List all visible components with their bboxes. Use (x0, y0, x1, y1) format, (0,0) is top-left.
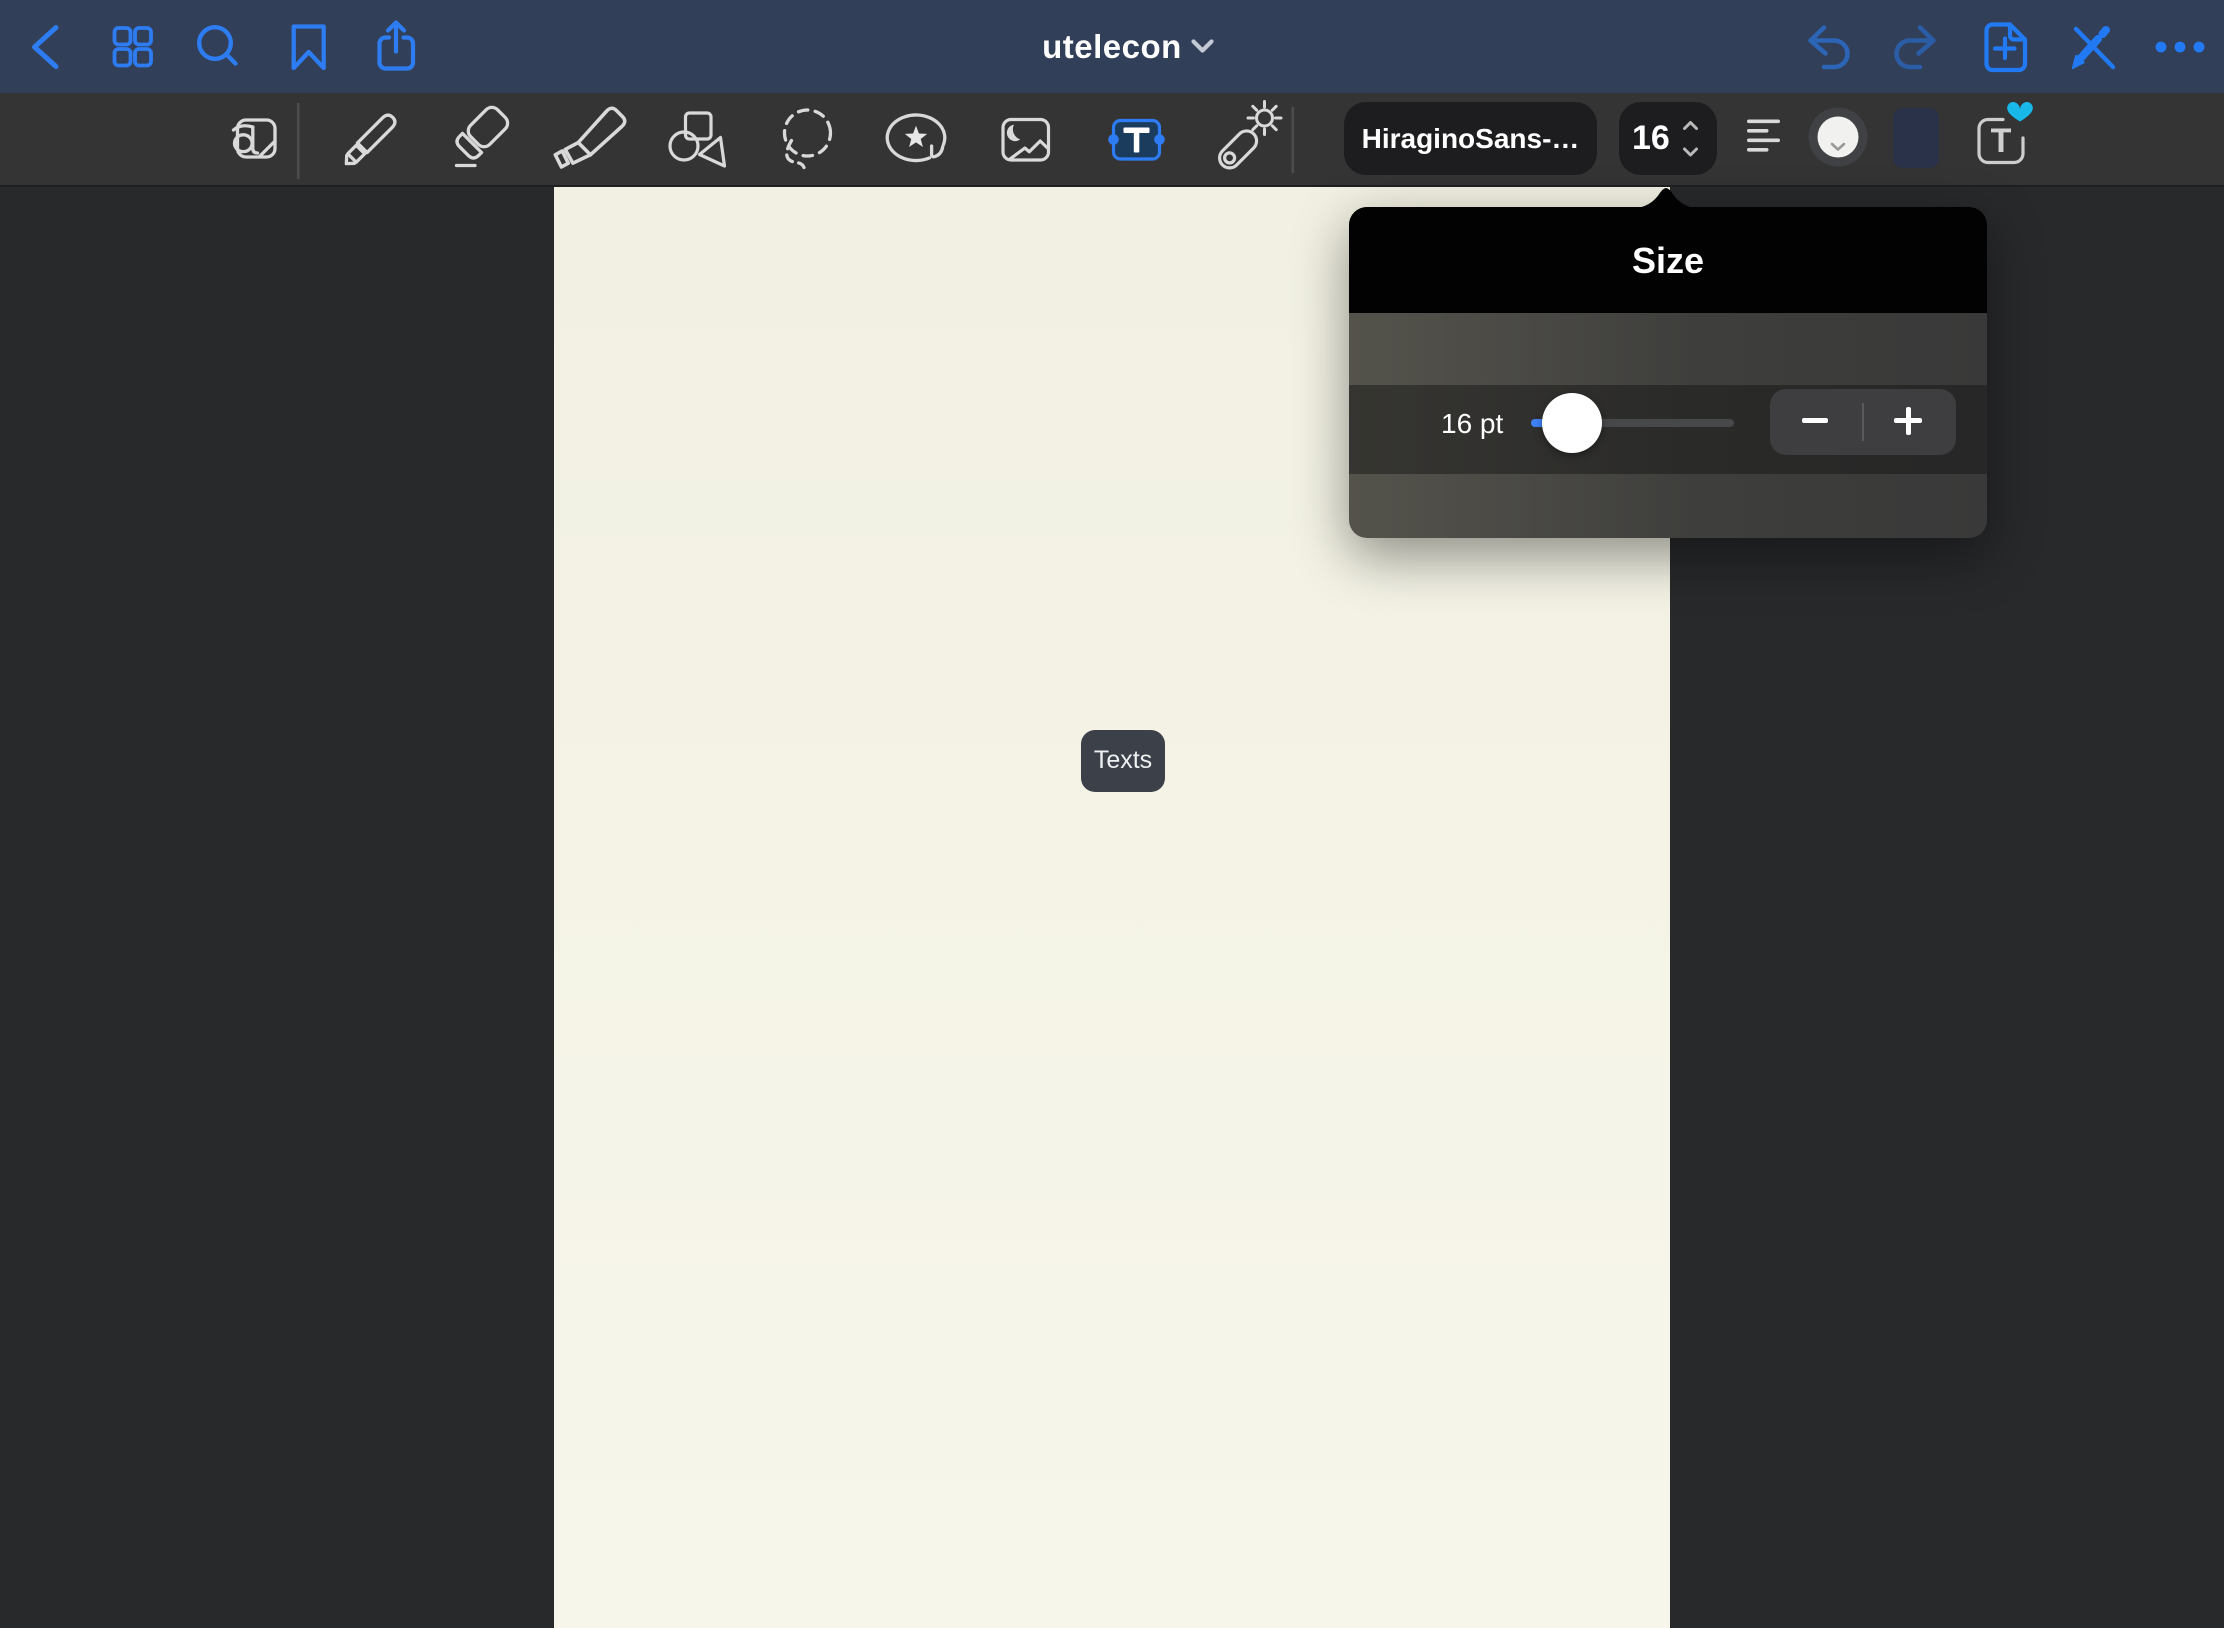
svg-text:T: T (1991, 122, 2012, 160)
